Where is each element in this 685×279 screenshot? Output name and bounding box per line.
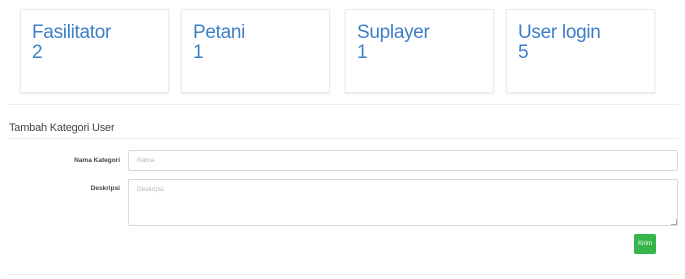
submit-button[interactable]: Kirim — [634, 234, 656, 254]
stat-label: User login — [518, 22, 601, 43]
stat-label: Fasilitator — [32, 22, 112, 43]
divider — [8, 104, 679, 105]
nama-kategori-label: Nama Kategori — [74, 157, 120, 164]
stat-value: 1 — [193, 42, 204, 63]
stat-card-suplayer: Suplayer 1 — [345, 9, 494, 93]
stat-value: 2 — [32, 42, 43, 63]
stat-label: Suplayer — [357, 22, 430, 43]
stat-label: Petani — [193, 22, 246, 43]
stat-card-user-login: User login 5 — [506, 9, 655, 93]
divider — [8, 274, 679, 275]
stat-value: 5 — [518, 42, 529, 63]
form-title: Tambah Kategori User — [9, 122, 115, 134]
stat-value: 1 — [357, 42, 368, 63]
divider — [8, 138, 679, 139]
resize-handle[interactable] — [671, 219, 677, 225]
stat-card-petani: Petani 1 — [181, 9, 330, 93]
stat-card-fasilitator: Fasilitator 2 — [20, 9, 169, 93]
deskripsi-label: Deskripsi — [90, 185, 120, 192]
deskripsi-textarea[interactable] — [128, 179, 678, 226]
nama-kategori-input[interactable] — [128, 150, 678, 171]
stats-row: Fasilitator 2 Petani 1 Suplayer 1 User l… — [0, 0, 685, 100]
